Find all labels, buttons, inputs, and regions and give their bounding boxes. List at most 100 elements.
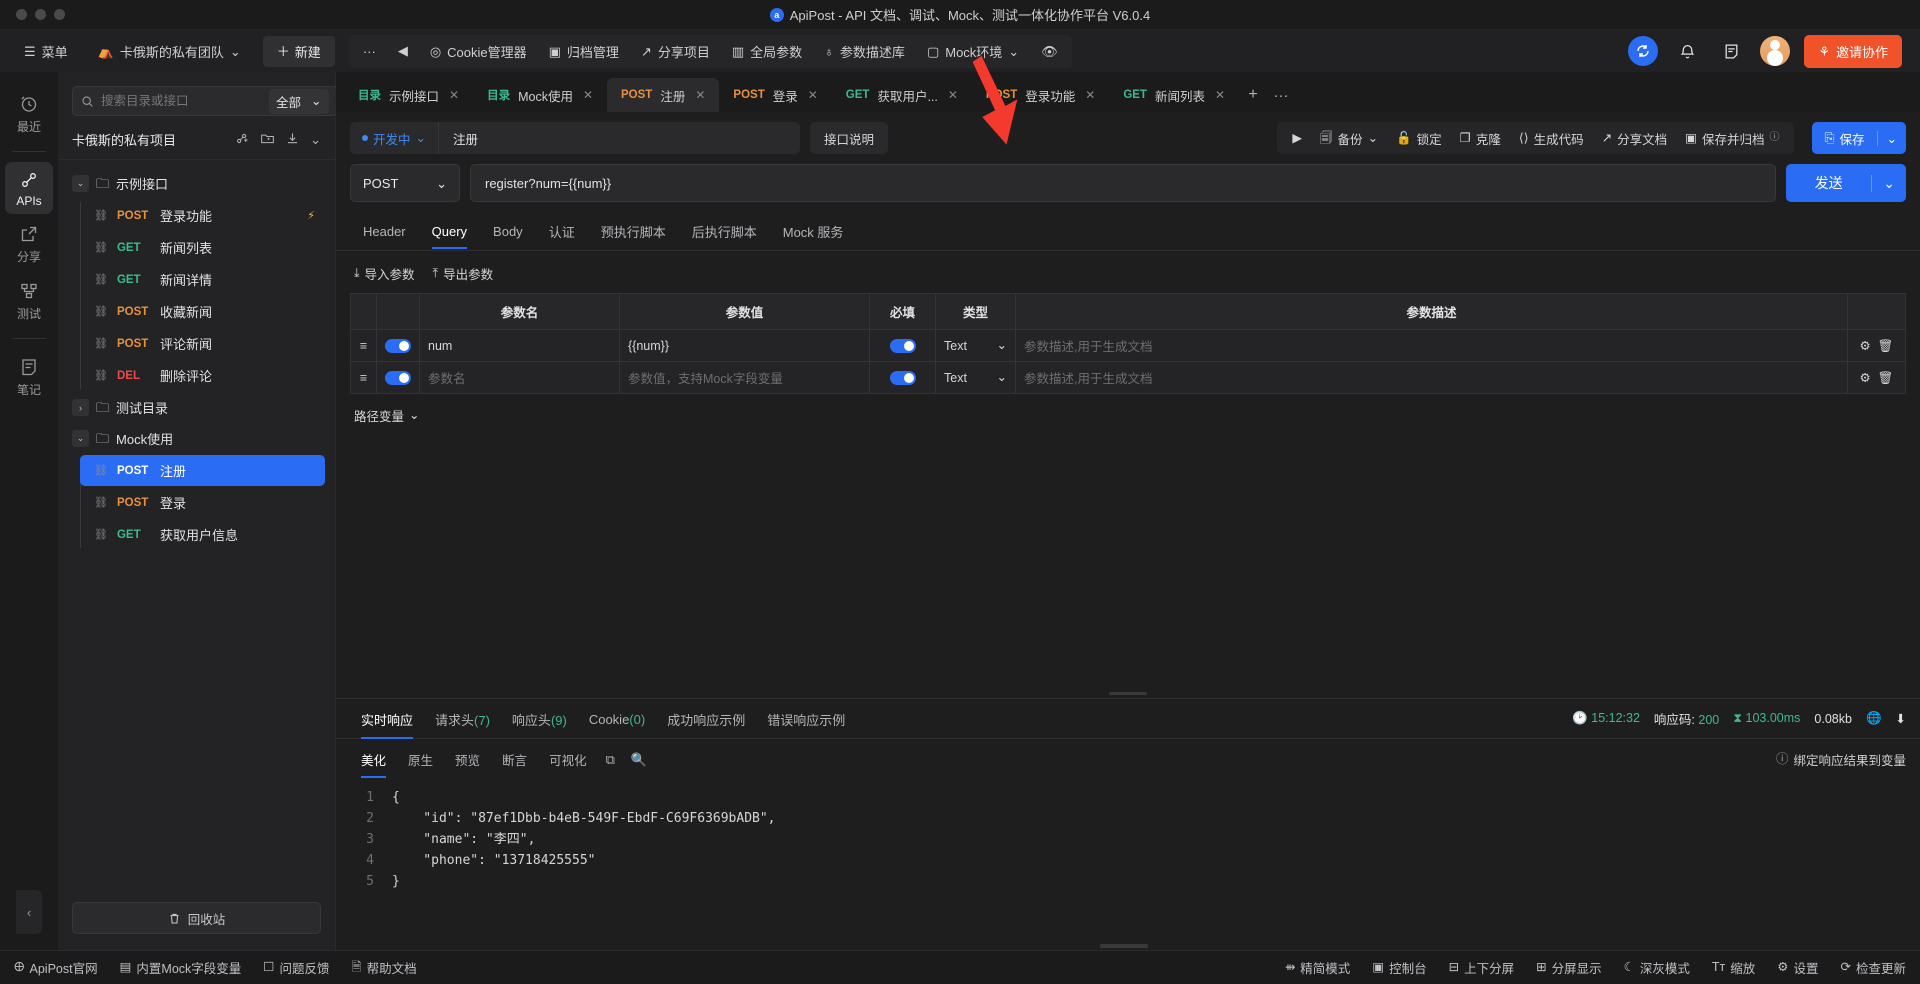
tab-query[interactable]: Query (419, 214, 480, 249)
add-tab-button[interactable]: + (1239, 81, 1267, 109)
rail-item-notes[interactable]: 笔记 (5, 349, 53, 404)
request-name-value[interactable]: 注册 (439, 129, 492, 148)
toggle-switch[interactable] (889, 338, 916, 353)
tab-sample-dir[interactable]: 目录 示例接口 ✕ (344, 78, 473, 112)
tab-header[interactable]: Header (350, 214, 419, 248)
row-required-toggle[interactable] (869, 329, 936, 362)
param-desc-cell[interactable]: 参数描述,用于生成文档 (1015, 361, 1848, 394)
tab-auth[interactable]: 认证 (536, 212, 588, 250)
close-icon[interactable]: ✕ (583, 88, 593, 102)
tab-post-script[interactable]: 后执行脚本 (679, 212, 770, 250)
table-row[interactable]: ≡ 参数名 参数值，支持Mock字段变量 Text ⌄ 参数描述,用于生成文档 … (350, 361, 1906, 394)
list-item[interactable]: ⛓ DEL 删除评论 (80, 360, 325, 391)
send-button[interactable]: 发送 ⌄ (1786, 164, 1906, 202)
view-tab-raw[interactable]: 原生 (397, 746, 444, 773)
team-selector[interactable]: ⛺ 卡俄斯的私有团队 ⌄ (88, 37, 251, 66)
param-type-select[interactable]: Text ⌄ (935, 329, 1016, 362)
chevron-down-icon[interactable]: ⌄ (1876, 130, 1906, 146)
request-status-select[interactable]: 开发中 ⌄ (350, 122, 439, 154)
clone-button[interactable]: ❐ 克隆 (1451, 124, 1510, 153)
param-name-cell[interactable]: num (419, 329, 620, 362)
tab-news-list[interactable]: GET 新闻列表 ✕ (1109, 78, 1239, 112)
caret-down-icon[interactable]: ⌄ (72, 175, 89, 192)
menu-button[interactable]: ☰ 菜单 (14, 37, 78, 66)
search-scope-select[interactable]: 全部 ⌄ (269, 88, 329, 114)
copy-icon[interactable]: ⧉ (598, 748, 623, 772)
tab-success-example[interactable]: 成功响应示例 (656, 699, 756, 738)
rail-item-apis[interactable]: APIs (5, 162, 53, 214)
nav-item-cookie-manager[interactable]: ◎ Cookie管理器 (420, 37, 537, 66)
http-method-select[interactable]: POST ⌄ (350, 164, 460, 202)
list-item[interactable]: ⛓ POST 登录功能 ⚡ (80, 200, 325, 231)
toggle-switch[interactable] (889, 370, 916, 385)
param-name-cell[interactable]: 参数名 (419, 361, 620, 394)
tab-login[interactable]: POST 登录 ✕ (719, 78, 831, 112)
nav-item-mock-env[interactable]: ▢ Mock环境 ⌄ (917, 37, 1029, 66)
console-button[interactable]: ▣ 控制台 (1372, 958, 1426, 977)
list-item[interactable]: ⛓ POST 评论新闻 (80, 328, 325, 359)
param-type-select[interactable]: Text ⌄ (935, 361, 1016, 394)
search-input[interactable] (101, 94, 262, 108)
param-desc-cell[interactable]: 参数描述,用于生成文档 (1015, 329, 1848, 362)
tree-folder-sample[interactable]: ⌄ 🗀 示例接口 (58, 168, 335, 199)
feedback-link[interactable]: ☐ 问题反馈 (263, 958, 329, 977)
add-folder-icon[interactable] (260, 131, 275, 149)
nav-item-global-params[interactable]: ▥ 全局参数 (722, 37, 812, 66)
dark-mode-button[interactable]: ☾ 深灰模式 (1624, 958, 1690, 977)
list-item[interactable]: ⛓ GET 新闻列表 (80, 232, 325, 263)
param-value-cell[interactable]: 参数值，支持Mock字段变量 (619, 361, 870, 394)
notifications-button[interactable] (1672, 36, 1702, 66)
delete-icon[interactable]: 🗑 (1878, 371, 1894, 385)
close-icon[interactable]: ✕ (449, 88, 459, 102)
check-update-button[interactable]: ⟳ 检查更新 (1841, 958, 1907, 977)
search-icon[interactable]: 🔍 (623, 748, 655, 772)
add-api-icon[interactable] (235, 131, 250, 149)
response-body-code[interactable]: 1 { 2 "id": "87ef1Dbb-b4eB-549F-EbdF-C69… (336, 779, 1920, 950)
horizontal-scrollbar[interactable] (1100, 944, 1148, 948)
param-value-cell[interactable]: {{num}} (619, 329, 870, 362)
tab-mock-service[interactable]: Mock 服务 (770, 212, 857, 250)
bind-response-to-variable-button[interactable]: ⓘ 绑定响应结果到变量 (1776, 750, 1906, 769)
tab-login-feature[interactable]: POST 登录功能 ✕ (972, 78, 1109, 112)
row-actions[interactable]: ⚙ 🗑 (1847, 329, 1906, 362)
run-button[interactable]: ▶ (1283, 127, 1311, 150)
nav-item-archive[interactable]: ▣ 归档管理 (539, 37, 629, 66)
chevron-down-icon[interactable]: ⌄ (1871, 174, 1906, 192)
view-tab-visualize[interactable]: 可视化 (538, 746, 598, 773)
import-icon[interactable] (285, 131, 300, 149)
view-tab-beautify[interactable]: 美化 (350, 746, 397, 778)
tab-realtime-response[interactable]: 实时响应 (350, 699, 424, 739)
delete-icon[interactable]: 🗑 (1878, 339, 1894, 353)
share-doc-button[interactable]: ↗ 分享文档 (1593, 124, 1677, 153)
nav-item-share-project[interactable]: ↗ 分享项目 (631, 37, 720, 66)
row-enable-toggle[interactable] (376, 361, 420, 394)
settings-button[interactable]: ⚙ 设置 (1777, 958, 1818, 977)
export-params-button[interactable]: ⤒ 导出参数 (433, 264, 494, 283)
list-item[interactable]: ⛓ POST 登录 (80, 487, 325, 518)
mock-variables-link[interactable]: ▤ 内置Mock字段变量 (120, 958, 242, 977)
zoom-button[interactable]: Tт 缩放 (1712, 958, 1755, 977)
invite-collaborate-button[interactable]: ⚘ 邀请协作 (1804, 34, 1902, 68)
url-input[interactable]: register?num={{num}} (470, 164, 1776, 202)
horizontal-split-button[interactable]: ⊞ 分屏显示 (1536, 958, 1602, 977)
user-avatar[interactable] (1760, 36, 1791, 66)
search-box[interactable]: 全部 ⌄ (72, 86, 338, 116)
tab-pre-script[interactable]: 预执行脚本 (588, 212, 679, 250)
lock-button[interactable]: 🔓 锁定 (1387, 124, 1451, 153)
new-button[interactable]: ＋ 新建 (262, 35, 335, 67)
close-icon[interactable]: ✕ (1215, 88, 1225, 102)
caret-right-icon[interactable]: › (72, 399, 89, 416)
path-variable-toggle[interactable]: 路径变量 ⌄ (336, 394, 1920, 437)
api-description-button[interactable]: 接口说明 (810, 122, 889, 154)
tab-overflow-button[interactable]: ··· (1267, 81, 1295, 109)
settings-icon[interactable]: ⚙ (1859, 339, 1870, 353)
view-tab-preview[interactable]: 预览 (444, 746, 491, 773)
chevron-down-icon[interactable]: ⌄ (310, 132, 321, 148)
help-docs-link[interactable]: 🗎 帮助文档 (352, 958, 417, 977)
drag-handle-icon[interactable]: ≡ (350, 361, 377, 394)
rail-item-share[interactable]: 分享 (5, 216, 53, 271)
tree-folder-mock[interactable]: ⌄ 🗀 Mock使用 (58, 423, 335, 454)
panel-splitter[interactable] (336, 688, 1920, 698)
rail-item-recent[interactable]: 最近 (5, 86, 53, 141)
save-archive-button[interactable]: ▣ 保存并归档 ⓘ (1676, 124, 1788, 153)
